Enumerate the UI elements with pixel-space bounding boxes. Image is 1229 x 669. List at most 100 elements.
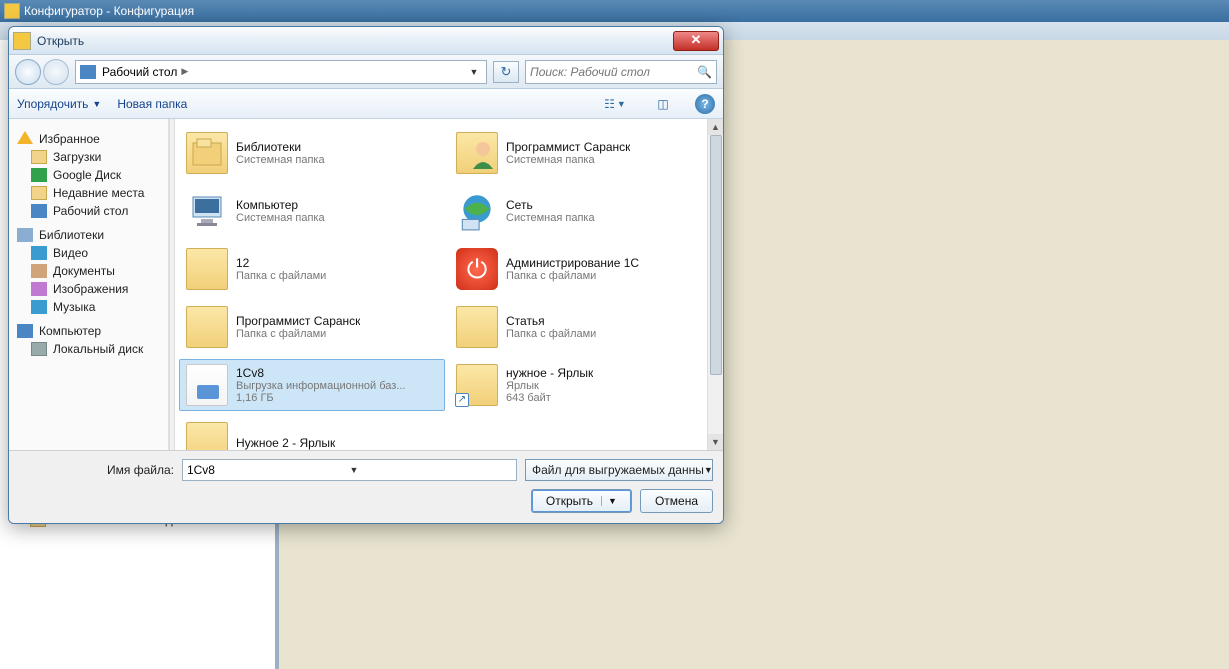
address-bar: Рабочий стол ▶ ▼ ↻ 🔍 [9,55,723,89]
gdrive-icon [31,168,47,182]
chevron-down-icon[interactable]: ▼ [601,496,617,506]
new-folder-button[interactable]: Новая папка [117,97,187,111]
nav-item-desktop[interactable]: Рабочий стол [9,202,168,220]
disk-icon [31,342,47,356]
file-item[interactable]: Программист СаранскПапка с файлами [179,301,445,353]
file-name: Компьютер [236,198,325,212]
cancel-button[interactable]: Отмена [640,489,713,513]
file-name: нужное - Ярлык [506,366,593,380]
scroll-up-icon[interactable]: ▲ [708,119,723,135]
nav-group-libraries[interactable]: Библиотеки [9,226,168,244]
scroll-down-icon[interactable]: ▼ [708,434,723,450]
breadcrumb-segment[interactable]: Рабочий стол [102,65,177,79]
chevron-down-icon: ▼ [92,99,101,109]
file-item[interactable]: ↗нужное - ЯрлыкЯрлык643 байт [449,359,715,411]
file-name: Программист Саранск [506,140,630,154]
file-subtitle: Системная папка [506,154,630,166]
app-title: Конфигуратор - Конфигурация [24,4,194,18]
nav-group-favorites[interactable]: Избранное [9,129,168,148]
breadcrumb-path[interactable]: Рабочий стол ▶ ▼ [75,60,487,84]
desktop-icon [80,65,96,79]
file-name: 1Cv8 [236,366,406,380]
file-name: Нужное 2 - Ярлык [236,436,335,450]
file-item[interactable]: КомпьютерСистемная папка [179,185,445,237]
dialog-icon [13,32,31,50]
organize-menu[interactable]: Упорядочить ▼ [17,97,101,111]
nav-item-pictures[interactable]: Изображения [9,280,168,298]
music-icon [31,300,47,314]
scrollbar[interactable]: ▲ ▼ [707,119,723,450]
search-icon[interactable]: 🔍 [697,65,712,79]
dialog-footer: Имя файла: 1Cv8 ▼ Файл для выгружаемых д… [9,450,723,523]
file-name: Статья [506,314,596,328]
computer-icon [17,324,33,338]
open-dialog: Открыть ✕ Рабочий стол ▶ ▼ ↻ 🔍 Упорядочи… [8,26,724,524]
file-item[interactable]: 1Cv8Выгрузка информационной баз...1,16 Г… [179,359,445,411]
file-subtitle: Системная папка [236,154,325,166]
folder-icon [31,150,47,164]
file-name: Программист Саранск [236,314,360,328]
nav-item-documents[interactable]: Документы [9,262,168,280]
file-subtitle: Ярлык [506,380,593,392]
filetype-select[interactable]: Файл для выгружаемых данны ▼ [525,459,713,481]
refresh-button[interactable]: ↻ [493,61,519,83]
file-subtitle: Папка с файлами [506,270,639,282]
libraries-icon [17,228,33,242]
file-item[interactable]: БиблиотекиСистемная папка [179,127,445,179]
desktop-icon [31,204,47,218]
open-button[interactable]: Открыть ▼ [531,489,632,513]
file-name: Администрирование 1С [506,256,639,270]
chevron-down-icon[interactable]: ▼ [349,465,512,475]
star-icon [17,131,33,144]
file-subtitle: Системная папка [506,212,595,224]
file-item[interactable]: 12Папка с файлами [179,243,445,295]
preview-pane-button[interactable]: ◫ [647,93,679,115]
video-icon [31,246,47,260]
documents-icon [31,264,47,278]
file-subtitle: Папка с файлами [236,328,360,340]
recent-icon [31,186,47,200]
filename-input[interactable]: 1Cv8 ▼ [182,459,517,481]
file-item[interactable]: Программист СаранскСистемная папка [449,127,715,179]
nav-item-recent[interactable]: Недавние места [9,184,168,202]
file-subtitle: Папка с файлами [506,328,596,340]
navigation-pane[interactable]: Избранное Загрузки Google Диск Недавние … [9,119,169,450]
forward-button[interactable] [43,59,69,85]
close-button[interactable]: ✕ [673,31,719,51]
file-name: Библиотеки [236,140,325,154]
search-input[interactable] [530,65,697,79]
nav-item-local-disk[interactable]: Локальный диск [9,340,168,358]
view-mode-button[interactable]: ☷ ▼ [599,93,631,115]
search-box[interactable]: 🔍 [525,60,717,84]
dialog-title: Открыть [37,34,673,48]
toolbar: Упорядочить ▼ Новая папка ☷ ▼ ◫ ? [9,89,723,119]
nav-item-gdrive[interactable]: Google Диск [9,166,168,184]
file-item[interactable]: ⏻Администрирование 1СПапка с файлами [449,243,715,295]
chevron-down-icon[interactable]: ▼ [466,67,482,77]
nav-group-computer[interactable]: Компьютер [9,322,168,340]
file-item[interactable]: СтатьяПапка с файлами [449,301,715,353]
nav-item-video[interactable]: Видео [9,244,168,262]
pictures-icon [31,282,47,296]
back-button[interactable] [15,59,41,85]
file-subtitle: Папка с файлами [236,270,326,282]
dialog-titlebar[interactable]: Открыть ✕ [9,27,723,55]
scroll-thumb[interactable] [710,135,722,375]
file-item[interactable]: СетьСистемная папка [449,185,715,237]
nav-item-downloads[interactable]: Загрузки [9,148,168,166]
file-subtitle2: 643 байт [506,392,593,404]
file-item[interactable]: ↗Нужное 2 - Ярлык [179,417,445,450]
chevron-right-icon[interactable]: ▶ [181,66,188,77]
app-titlebar: Конфигуратор - Конфигурация [0,0,1229,22]
file-name: Сеть [506,198,595,212]
file-name: 12 [236,256,326,270]
nav-item-music[interactable]: Музыка [9,298,168,316]
filename-label: Имя файла: [107,463,174,477]
file-subtitle: Системная папка [236,212,325,224]
file-subtitle2: 1,16 ГБ [236,392,406,404]
chevron-down-icon: ▼ [704,465,713,475]
help-button[interactable]: ? [695,94,715,114]
file-list[interactable]: БиблиотекиСистемная папкаПрограммист Сар… [175,119,723,450]
app-icon [4,3,20,19]
file-subtitle: Выгрузка информационной баз... [236,380,406,392]
